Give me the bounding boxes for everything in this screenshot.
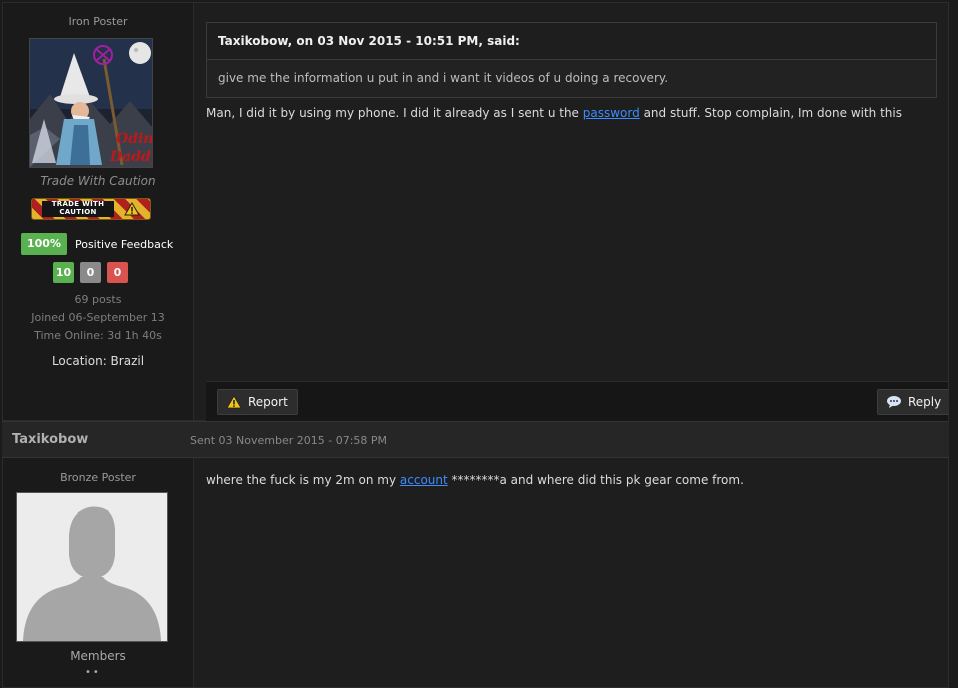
- trade-with-caution-badge: TRADE WITH CAUTION: [31, 198, 151, 220]
- page-scroll-gutter: [949, 0, 958, 679]
- wizard-avatar-image: Odin Daddy: [30, 39, 152, 167]
- post-body: where the fuck is my 2m on my account **…: [206, 473, 936, 487]
- user-avatar[interactable]: Odin Daddy: [29, 38, 153, 168]
- time-online: Time Online: 3d 1h 40s: [34, 329, 162, 342]
- user-rank: Bronze Poster: [60, 471, 136, 484]
- user-rank: Iron Poster: [68, 15, 128, 28]
- quote-block: Taxikobow, on 03 Nov 2015 - 10:51 PM, sa…: [206, 22, 937, 98]
- author-sidebar: Iron Poster Odin Dadd Trade With Caution…: [3, 3, 194, 420]
- reply-button[interactable]: Reply: [877, 389, 952, 415]
- post-body-text: Man, I did it by using my phone. I did i…: [206, 106, 583, 120]
- quote-header: Taxikobow, on 03 Nov 2015 - 10:51 PM, sa…: [207, 23, 936, 60]
- user-status-title: Trade With Caution: [40, 174, 156, 188]
- feedback-summary: 100% Positive Feedback: [21, 233, 173, 255]
- post-body-text-end: ********a and where did this pk gear com…: [447, 473, 744, 487]
- svg-text:Daddy: Daddy: [109, 149, 152, 165]
- positive-count[interactable]: 10: [53, 262, 74, 283]
- user-location: Location: Brazil: [51, 354, 145, 368]
- badge-text: TRADE WITH CAUTION: [42, 200, 114, 217]
- joined-date: Joined 06-September 13: [31, 311, 165, 324]
- post-count: 69 posts: [74, 293, 122, 306]
- post-actions-bar: Report Reply: [206, 381, 952, 421]
- post-2-header: Taxikobow Sent 03 November 2015 - 07:58 …: [2, 421, 949, 458]
- pips-icon: ••: [85, 667, 101, 678]
- post-body: Man, I did it by using my phone. I did i…: [206, 106, 936, 120]
- report-button[interactable]: Report: [217, 389, 298, 415]
- post-1: Iron Poster Odin Dadd Trade With Caution…: [2, 2, 952, 421]
- report-label: Report: [248, 395, 288, 409]
- post-2: Bronze Poster Members •• where the fuck …: [2, 458, 949, 688]
- quote-body: give me the information u put in and i w…: [218, 71, 669, 85]
- user-group: Members: [70, 649, 126, 663]
- reply-label: Reply: [908, 395, 942, 409]
- password-link[interactable]: password: [583, 106, 640, 120]
- warning-icon: [124, 202, 140, 216]
- author-sidebar: Bronze Poster Members ••: [3, 458, 194, 687]
- post-author-name[interactable]: Taxikobow: [12, 432, 88, 447]
- account-link[interactable]: account: [400, 473, 448, 487]
- feedback-label[interactable]: Positive Feedback: [75, 238, 173, 251]
- warning-icon: [226, 395, 242, 409]
- feedback-counts: 10 0 0: [53, 262, 128, 283]
- svg-text:Odin: Odin: [116, 131, 152, 147]
- negative-count[interactable]: 0: [107, 262, 128, 283]
- user-avatar[interactable]: [16, 492, 168, 642]
- neutral-count[interactable]: 0: [80, 262, 101, 283]
- default-avatar-icon: [17, 493, 167, 641]
- post-body-text: where the fuck is my 2m on my: [206, 473, 400, 487]
- post-timestamp: Sent 03 November 2015 - 07:58 PM: [190, 434, 388, 447]
- post-body-text-end: and stuff. Stop complain, Im done with t…: [639, 106, 902, 120]
- feedback-percent: 100%: [21, 233, 67, 255]
- reply-bubble-icon: [887, 396, 901, 408]
